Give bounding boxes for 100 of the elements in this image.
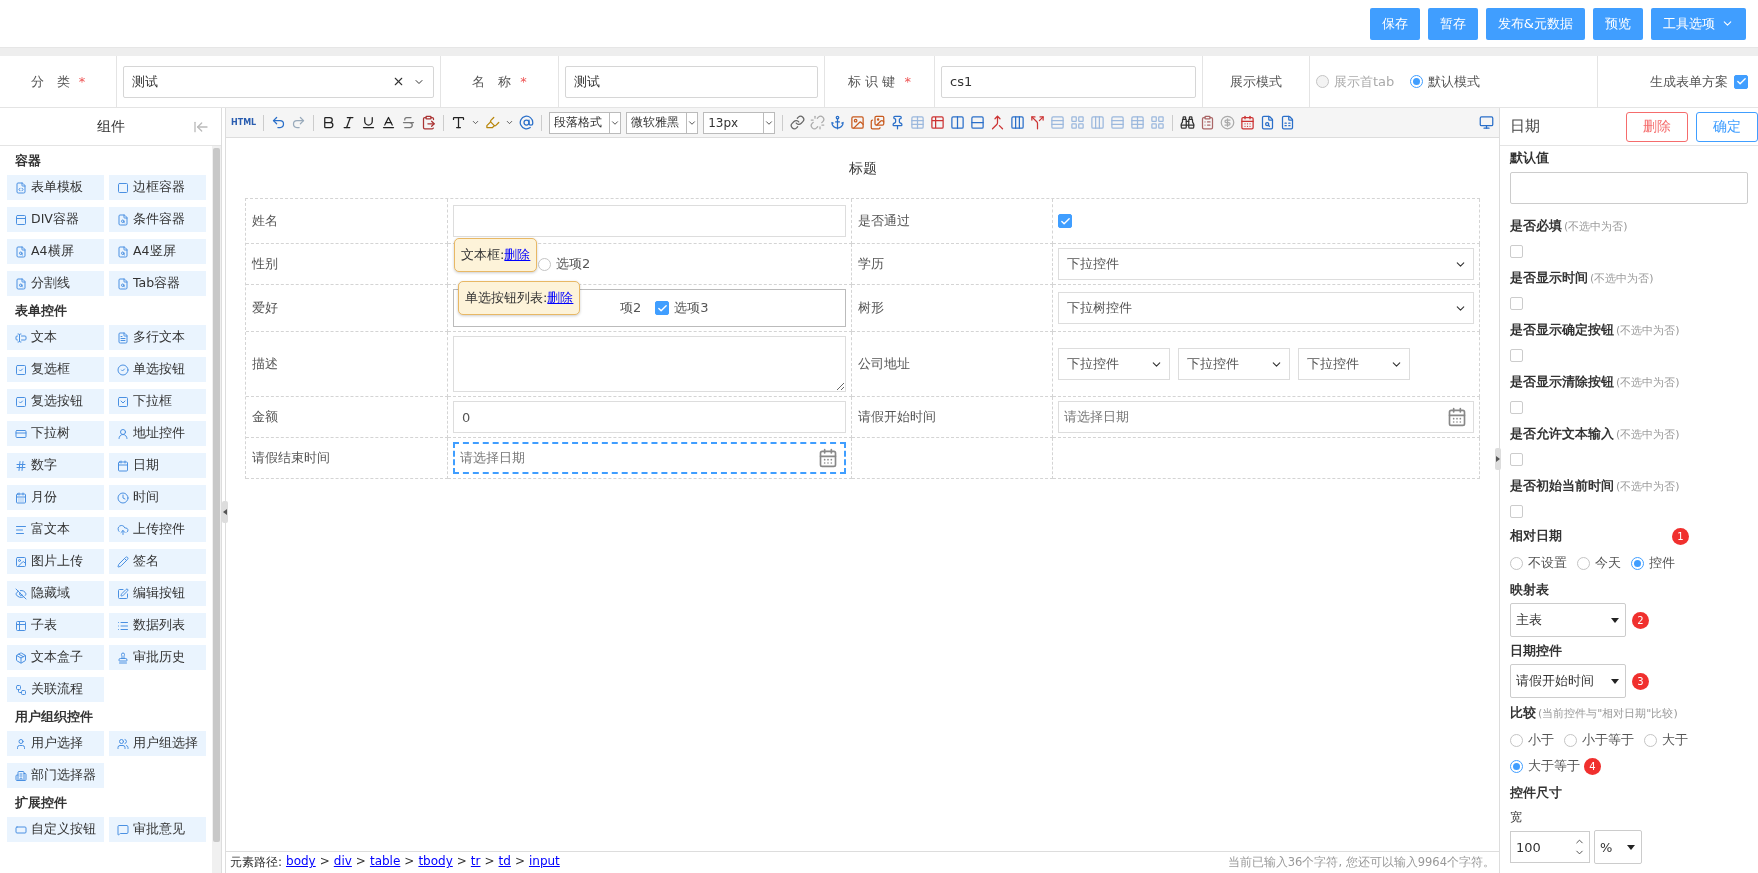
caret-icon[interactable] [505, 118, 515, 127]
component-item[interactable]: 数字 [7, 453, 104, 478]
rows-icon[interactable] [1110, 115, 1126, 130]
checkbox[interactable] [1510, 349, 1523, 362]
radio-button[interactable] [1577, 556, 1590, 570]
checkbox[interactable] [1510, 245, 1523, 258]
checkbox[interactable] [1510, 297, 1523, 310]
collapse-handle[interactable] [222, 501, 228, 523]
component-item[interactable]: 隐藏域 [7, 581, 104, 606]
text-field[interactable] [1510, 172, 1748, 204]
anchor-icon[interactable] [830, 115, 846, 130]
component-item[interactable]: 签名 [109, 549, 206, 574]
image-icon[interactable] [850, 115, 866, 130]
unlink-icon[interactable] [810, 115, 826, 130]
component-item[interactable]: 日期 [109, 453, 206, 478]
checkbox[interactable] [1510, 505, 1523, 518]
font-color-icon[interactable] [451, 115, 467, 130]
binoculars-icon[interactable] [1180, 115, 1196, 130]
path-link[interactable]: td [498, 854, 511, 871]
merge-icon[interactable] [990, 115, 1006, 130]
number-field[interactable]: 100 [1510, 831, 1590, 863]
radio-button[interactable] [1410, 75, 1424, 88]
table-icon[interactable] [1130, 115, 1146, 130]
font-border-icon[interactable] [381, 115, 397, 130]
highlighter-icon[interactable] [485, 115, 501, 130]
dropdown[interactable]: 下拉控件 [1298, 348, 1410, 380]
text-field[interactable]: 0 [453, 401, 846, 433]
component-item[interactable]: 分割线 [7, 271, 104, 296]
component-item[interactable]: 自定义按钮 [7, 817, 104, 842]
spreadsheet-icon[interactable] [1280, 115, 1296, 130]
pin-icon[interactable] [890, 115, 906, 130]
redo-icon[interactable] [291, 115, 307, 130]
radio-button[interactable] [1510, 556, 1523, 570]
toolbar-select[interactable]: 段落格式 [549, 111, 622, 134]
component-item[interactable]: Tab容器 [109, 271, 206, 296]
rows-icon[interactable] [970, 115, 986, 130]
text-field[interactable] [453, 205, 846, 237]
date-field[interactable]: 请选择日期 [453, 442, 846, 474]
component-item[interactable]: A4横屏 [7, 239, 104, 264]
component-item[interactable]: A4竖屏 [109, 239, 206, 264]
component-item[interactable]: 时间 [109, 485, 206, 510]
component-item[interactable]: 复选框 [7, 357, 104, 382]
monitor-icon[interactable] [1479, 115, 1494, 130]
italic-icon[interactable] [341, 115, 357, 130]
component-item[interactable]: 用户选择 [7, 731, 104, 756]
dropdown[interactable]: % [1594, 830, 1642, 864]
clipboard-icon[interactable] [1200, 115, 1216, 130]
file-search-icon[interactable] [1260, 115, 1276, 130]
strikethrough-icon[interactable] [401, 115, 417, 130]
component-item[interactable]: 复选按钮 [7, 389, 104, 414]
path-link[interactable]: tr [470, 854, 481, 871]
checkbox[interactable] [1510, 453, 1523, 466]
dropdown[interactable]: 下拉控件 [1058, 348, 1170, 380]
radio-button[interactable] [1644, 733, 1657, 747]
component-item[interactable]: 图片上传 [7, 549, 104, 574]
collapse-handle[interactable] [1495, 448, 1501, 470]
columns-icon[interactable] [1090, 115, 1106, 130]
undo-icon[interactable] [271, 115, 287, 130]
checkbox[interactable] [655, 301, 670, 315]
coin-icon[interactable] [1220, 115, 1236, 130]
component-item[interactable]: 表单模板 [7, 175, 104, 200]
paste-icon[interactable] [421, 115, 437, 130]
columns-icon[interactable] [1010, 115, 1026, 130]
radio-button[interactable] [1564, 733, 1577, 747]
component-item[interactable]: 条件容器 [109, 207, 206, 232]
component-item[interactable]: 下拉树 [7, 421, 104, 446]
path-link[interactable]: table [369, 854, 401, 871]
caret-icon[interactable] [471, 118, 481, 127]
toolbar-select[interactable]: 13px [703, 111, 776, 134]
component-item[interactable]: 用户组选择 [109, 731, 206, 756]
radio-button[interactable] [1510, 733, 1523, 747]
clear-icon[interactable] [392, 75, 405, 88]
grid-icon[interactable] [1150, 115, 1166, 130]
delete-link[interactable]: 删除 [504, 246, 531, 264]
component-item[interactable]: 地址控件 [109, 421, 206, 446]
component-item[interactable]: 关联流程 [7, 677, 104, 702]
columns-icon[interactable] [950, 115, 966, 130]
component-item[interactable]: 月份 [7, 485, 104, 510]
delete-link[interactable]: 删除 [547, 289, 574, 307]
text-field[interactable]: cs1 [941, 65, 1196, 98]
component-item[interactable]: 多行文本 [109, 325, 206, 350]
radio-button[interactable] [1631, 556, 1644, 570]
text-field[interactable]: 测试 [565, 65, 818, 98]
images-icon[interactable] [870, 115, 886, 130]
component-item[interactable]: 文本 [7, 325, 104, 350]
toolbar-select[interactable]: 微软雅黑 [626, 111, 699, 134]
component-item[interactable]: 边框容器 [109, 175, 206, 200]
html-button[interactable]: HTML [231, 118, 257, 127]
component-item[interactable]: 文本盒子 [7, 645, 104, 670]
dropdown[interactable]: 请假开始时间 [1510, 664, 1626, 698]
radio-button[interactable] [538, 257, 551, 271]
component-item[interactable]: 富文本 [7, 517, 104, 542]
path-link[interactable]: body [286, 854, 316, 871]
checkbox[interactable] [1734, 74, 1748, 89]
component-item[interactable]: 单选按钮 [109, 357, 206, 382]
date-field[interactable]: 请选择日期 [1058, 401, 1474, 433]
radio-button[interactable] [1510, 759, 1523, 773]
component-item[interactable]: 上传控件 [109, 517, 206, 542]
checkbox[interactable] [1058, 214, 1072, 228]
checkbox[interactable] [1510, 401, 1523, 414]
